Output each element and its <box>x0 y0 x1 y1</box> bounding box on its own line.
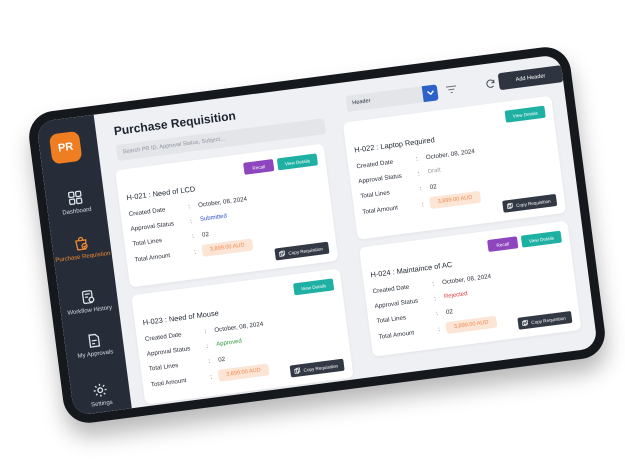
total-amount-label: Total Amount <box>150 377 187 389</box>
total-lines-value: 02 <box>429 183 438 192</box>
gear-icon <box>93 383 107 397</box>
requisition-card: Recall View Details H-024 : Maintaince o… <box>358 220 582 357</box>
purchase-bag-icon <box>74 236 88 251</box>
created-date-label: Created Date <box>144 331 182 343</box>
sidebar-item-label: Workflow History <box>67 305 113 317</box>
recall-button[interactable]: Recall <box>243 159 275 175</box>
status-badge: Submitted <box>199 213 228 223</box>
chevron-down-icon[interactable] <box>421 84 439 103</box>
approval-status-label: Approval Status <box>130 220 175 233</box>
card-title: H-021 : Need of LCD <box>126 184 196 203</box>
dashboard-icon <box>67 190 83 206</box>
copy-requisition-label: Copy Requisition <box>530 315 567 325</box>
total-lines-label: Total Lines <box>359 189 391 201</box>
refresh-icon[interactable] <box>484 78 496 90</box>
created-date-value: October, 08, 2024 <box>213 320 264 334</box>
created-date-value: October, 08, 2024 <box>441 272 492 287</box>
status-badge: Rejected <box>443 291 468 301</box>
add-header-button[interactable]: Add Header <box>497 65 564 91</box>
app-logo: PR <box>48 130 83 165</box>
colon: : <box>421 201 425 209</box>
view-details-button[interactable]: View Details <box>504 105 546 123</box>
sidebar-item-label: Settings <box>90 399 114 409</box>
total-amount-value: 3,899.00 AUD <box>201 238 254 257</box>
total-amount-label: Total Amount <box>362 204 399 216</box>
copy-requisition-button[interactable]: Copy Requisition <box>502 193 558 213</box>
view-details-button[interactable]: View Details <box>520 230 563 248</box>
total-lines-value: 02 <box>217 355 226 364</box>
sidebar-item-purchase-requisition[interactable]: Purchase Requistion <box>51 232 112 265</box>
colon: : <box>206 342 209 351</box>
sidebar-item-settings[interactable]: Settings <box>70 379 131 412</box>
total-lines-value: 02 <box>445 308 454 316</box>
total-lines-label: Total Lines <box>376 314 407 326</box>
approval-status-label: Approval Status <box>374 297 419 311</box>
header-select[interactable]: Header <box>345 84 439 113</box>
view-details-button[interactable]: View Details <box>293 278 335 296</box>
created-date-label: Created Date <box>372 283 410 296</box>
copy-icon <box>294 367 301 374</box>
workflow-history-icon <box>81 290 95 305</box>
created-date-label: Created Date <box>356 158 394 171</box>
created-date-label: Created Date <box>128 206 166 219</box>
copy-requisition-button[interactable]: Copy Requisition <box>289 358 345 378</box>
view-details-button[interactable]: View Details <box>276 153 319 171</box>
colon: : <box>419 185 423 193</box>
approval-status-label: Approval Status <box>146 345 191 358</box>
colon: : <box>207 357 211 366</box>
copy-requisition-label: Copy Requisition <box>515 198 551 208</box>
total-amount-label: Total Amount <box>134 252 171 264</box>
main-content: Purchase Requisition Search PR ID, Appro… <box>94 54 598 408</box>
total-amount-value: 3,899.00 AUD <box>429 190 482 210</box>
total-amount-label: Total Amount <box>378 329 415 341</box>
total-lines-value: 02 <box>201 230 210 239</box>
colon: : <box>431 280 435 288</box>
approvals-icon <box>88 333 101 348</box>
copy-requisition-label: Copy Requisition <box>303 362 339 373</box>
colon: : <box>437 325 441 334</box>
requisition-card: Recall View Details H-021 : Need of LCD … <box>115 143 339 288</box>
colon: : <box>210 373 213 381</box>
tablet-device: PR Dashboard Purchase Requistion Workflo… <box>26 44 608 426</box>
copy-requisition-button[interactable]: Copy Requisition <box>517 310 573 330</box>
colon: : <box>417 170 421 178</box>
sidebar-item-label: Purchase Requistion <box>55 250 111 264</box>
total-amount-value: 3,899.00 AUD <box>217 363 270 382</box>
card-title: H-022 : Laptop Required <box>353 135 436 155</box>
colon: : <box>433 295 437 303</box>
total-lines-label: Total Lines <box>148 361 179 373</box>
created-date-value: October, 08, 2024 <box>197 195 248 210</box>
copy-requisition-label: Copy Requisition <box>288 245 324 256</box>
filter-icon[interactable] <box>445 84 458 95</box>
copy-requisition-button[interactable]: Copy Requisition <box>274 241 330 261</box>
colon: : <box>435 310 439 318</box>
recall-button[interactable]: Recall <box>487 236 519 253</box>
status-badge: Draft <box>427 167 442 176</box>
total-amount-value: 3,899.00 AUD <box>445 315 498 335</box>
card-title: H-023 : Need of Mouse <box>142 308 220 328</box>
colon: : <box>187 203 191 211</box>
colon: : <box>193 248 197 256</box>
sidebar-item-my-approvals[interactable]: My Approvals <box>64 329 125 362</box>
copy-icon <box>507 202 514 210</box>
colon: : <box>189 218 193 226</box>
app-screen: PR Dashboard Purchase Requistion Workflo… <box>36 54 598 416</box>
requisition-card: View Details H-022 : Laptop Required Cre… <box>342 95 567 240</box>
header-select-value: Header <box>351 98 371 107</box>
total-lines-label: Total Lines <box>132 237 163 248</box>
sidebar-item-label: My Approvals <box>77 349 114 360</box>
colon: : <box>204 328 207 336</box>
created-date-value: October, 08, 2024 <box>425 148 476 162</box>
status-badge: Approved <box>215 338 243 348</box>
requisition-card: View Details H-023 : Need of Mouse Creat… <box>131 268 354 405</box>
card-title: H-024 : Maintaince of AC <box>370 259 453 280</box>
copy-icon <box>522 319 529 327</box>
colon: : <box>191 232 195 241</box>
copy-icon <box>279 250 286 257</box>
sidebar-item-workflow-history[interactable]: Workflow History <box>58 285 119 318</box>
sidebar-item-dashboard[interactable]: Dashboard <box>45 186 106 219</box>
colon: : <box>415 155 419 163</box>
approval-status-label: Approval Status <box>358 172 403 186</box>
sidebar-item-label: Dashboard <box>62 206 92 217</box>
